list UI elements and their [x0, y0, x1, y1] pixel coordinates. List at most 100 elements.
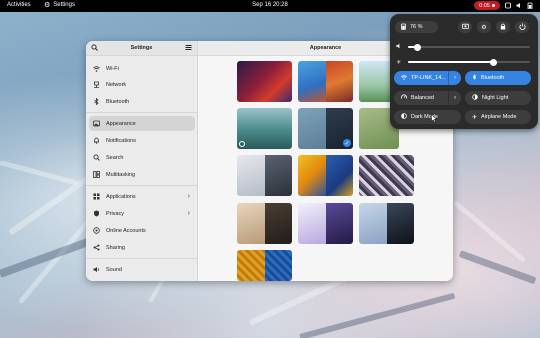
power-icon — [518, 22, 526, 32]
share-icon — [93, 244, 100, 251]
sidebar-separator — [86, 185, 198, 186]
sidebar-item-bluetooth[interactable]: Bluetooth — [89, 94, 195, 109]
bluetooth-icon — [472, 74, 477, 82]
chevron-right-icon[interactable]: › — [448, 71, 461, 85]
sidebar-item-label: Sound — [106, 266, 122, 273]
sidebar-item-label: Network — [106, 81, 127, 88]
sidebar-item-label: Privacy — [106, 210, 125, 217]
screenshot-button[interactable] — [458, 21, 472, 33]
sidebar-item-label: Search — [106, 154, 124, 161]
chevron-right-icon: › — [187, 210, 190, 217]
wallpaper-thumbnail-selected[interactable]: ✓ — [298, 108, 353, 149]
appearance-icon — [93, 120, 100, 127]
airplane-icon: ✈ — [472, 114, 478, 121]
night-light-label: Night Light — [482, 95, 509, 101]
screen-recording-indicator[interactable]: 0:05 — [474, 1, 500, 10]
volume-slider-handle[interactable] — [414, 43, 422, 51]
record-dot-icon — [491, 4, 495, 7]
wallpaper-thumbnail[interactable] — [237, 203, 292, 244]
wallpaper-thumbnail[interactable] — [359, 155, 414, 196]
wifi-toggle-label: TP-LINK_14... — [411, 75, 446, 81]
sidebar-item-label: Applications — [106, 193, 136, 200]
mouse-cursor — [431, 113, 438, 125]
wallpaper-thumbnail[interactable] — [359, 203, 414, 244]
sidebar-item-label: Multitasking — [106, 171, 136, 178]
battery-button[interactable]: 76 % — [395, 21, 438, 33]
sidebar-item-sharing[interactable]: Sharing — [89, 240, 195, 255]
sidebar-item-label: Sharing — [106, 244, 125, 251]
sidebar-item-wifi[interactable]: Wi-Fi — [89, 61, 195, 76]
volume-slider-row — [396, 43, 532, 51]
wallpaper-thumbnail[interactable] — [237, 250, 292, 281]
bluetooth-toggle[interactable]: Bluetooth — [465, 71, 531, 85]
power-mode-icon — [401, 94, 407, 102]
wifi-toggle[interactable]: TP-LINK_14... › — [394, 71, 461, 85]
sidebar-item-privacy[interactable]: Privacy › — [89, 206, 195, 221]
wallpaper-thumbnail[interactable] — [298, 203, 353, 244]
wallpaper-thumbnail[interactable] — [237, 108, 292, 149]
power-button[interactable] — [515, 21, 529, 33]
system-status-area[interactable] — [505, 2, 533, 10]
sidebar-item-label: Online Accounts — [106, 227, 146, 234]
volume-icon — [396, 43, 403, 51]
network-icon — [93, 81, 100, 88]
volume-status-icon — [516, 2, 522, 9]
clock[interactable]: Sep 16 20:28 — [0, 2, 540, 8]
wallpaper-thumbnail[interactable] — [298, 61, 353, 102]
camera-icon — [461, 23, 469, 31]
lock-icon — [500, 23, 506, 32]
battery-percentage: 76 % — [410, 24, 423, 30]
recording-time: 0:05 — [479, 2, 490, 9]
online-accounts-icon — [93, 227, 100, 234]
battery-icon — [401, 23, 406, 32]
night-light-icon — [472, 94, 478, 102]
brightness-slider-handle[interactable] — [489, 58, 497, 66]
sidebar-item-appearance[interactable]: Appearance — [89, 116, 195, 131]
wallpaper-thumbnail[interactable] — [237, 61, 292, 102]
sidebar-item-notifications[interactable]: Notifications — [89, 133, 195, 148]
sidebar-title: Settings — [130, 45, 153, 51]
sidebar-item-label: Wi-Fi — [106, 65, 119, 72]
airplane-mode-toggle[interactable]: ✈ Airplane Mode — [465, 110, 531, 124]
wallpaper-thumbnail[interactable] — [237, 155, 292, 196]
chevron-right-icon[interactable]: › — [448, 91, 461, 105]
wifi-icon — [93, 65, 100, 72]
night-light-toggle[interactable]: Night Light — [465, 91, 531, 105]
sidebar-item-sound[interactable]: Sound — [89, 262, 195, 277]
sidebar-separator — [86, 258, 198, 259]
applications-icon — [93, 193, 100, 200]
quick-settings-panel: 76 % ⚙ ☀ TP-LINK_14... › Bluetooth Balan… — [390, 14, 538, 129]
dark-mode-icon — [401, 113, 407, 121]
search-icon[interactable] — [91, 43, 98, 53]
sidebar-item-label: Appearance — [106, 120, 136, 127]
sidebar-item-multitasking[interactable]: Multitasking — [89, 167, 195, 182]
wallpaper-thumbnail[interactable] — [298, 155, 353, 196]
sidebar-item-applications[interactable]: Applications › — [89, 189, 195, 204]
clock-icon — [239, 141, 245, 147]
sound-icon — [93, 266, 100, 273]
bluetooth-icon — [93, 98, 100, 105]
sidebar: Settings Wi-Fi Network Bluetooth Appeara… — [86, 41, 198, 281]
brightness-fill — [408, 61, 494, 63]
network-status-icon — [505, 2, 511, 9]
sidebar-item-network[interactable]: Network — [89, 77, 195, 92]
multitasking-icon — [93, 171, 100, 178]
bell-icon — [93, 137, 100, 144]
airplane-mode-label: Airplane Mode — [481, 114, 517, 120]
checkmark-icon: ✓ — [343, 139, 351, 147]
sidebar-item-search[interactable]: Search — [89, 150, 195, 165]
power-mode-toggle[interactable]: Balanced › — [394, 91, 461, 105]
lock-button[interactable] — [496, 21, 510, 33]
wifi-icon — [401, 74, 407, 82]
hamburger-menu-icon[interactable] — [185, 44, 192, 53]
battery-status-icon — [527, 2, 533, 10]
settings-button[interactable]: ⚙ — [477, 21, 491, 33]
brightness-slider[interactable] — [408, 58, 530, 66]
brightness-slider-row: ☀ — [396, 58, 532, 66]
sidebar-item-online-accounts[interactable]: Online Accounts — [89, 223, 195, 238]
search-icon — [93, 154, 100, 161]
sidebar-header: Settings — [86, 41, 197, 56]
dark-mode-toggle[interactable]: Dark Mode — [394, 110, 461, 124]
volume-slider[interactable] — [408, 43, 530, 51]
gear-icon: ⚙ — [481, 24, 487, 31]
